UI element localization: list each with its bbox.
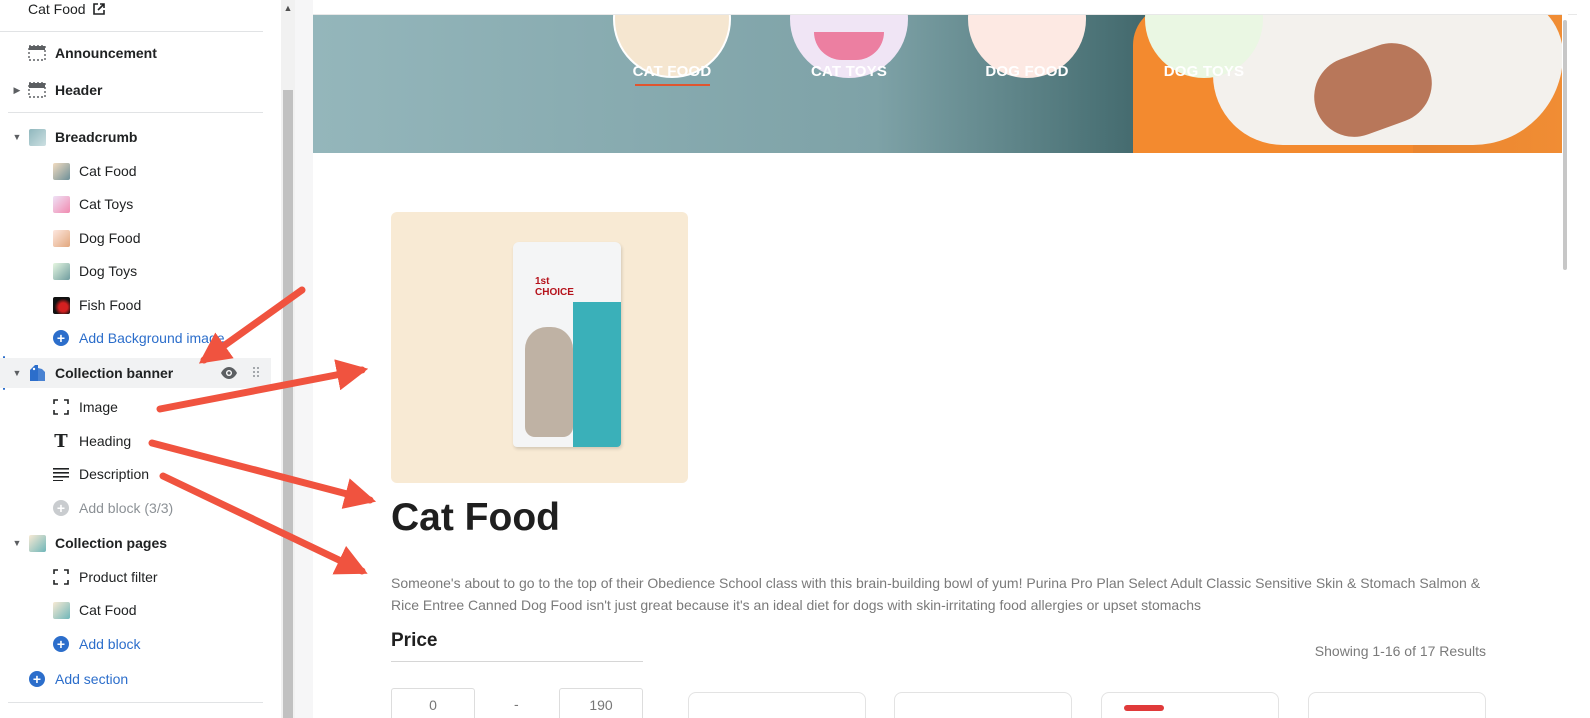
section-label: Collection banner [55,365,174,381]
block-cat-toys[interactable]: Cat Toys [0,189,271,219]
block-cat-food-page[interactable]: Cat Food [0,595,271,625]
category-link-cat-food[interactable]: CAT FOOD [592,63,752,80]
price-range-separator: - [514,696,519,712]
block-label: Cat Food [79,163,137,179]
divider [8,702,263,703]
add-block-label: Add block [79,636,141,652]
eye-visibility-icon[interactable] [220,365,238,384]
results-count: Showing 1-16 of 17 Results [1314,643,1486,659]
image-frame-icon [52,398,70,416]
collection-pages-thumbnail-icon [28,534,46,552]
product-card[interactable] [1101,692,1279,718]
preview-scrollbar-thumb[interactable] [1563,20,1567,270]
block-label: Fish Food [79,297,142,313]
caret-down-icon[interactable]: ▼ [11,537,23,549]
dog-food-thumbnail-icon [52,229,70,247]
add-section-button[interactable]: + Add section [0,664,271,694]
active-category-underline [635,84,710,86]
block-cat-food[interactable]: Cat Food [0,156,271,186]
add-background-image-button[interactable]: + Add Background image [0,323,271,353]
section-breadcrumb[interactable]: ▼ Breadcrumb [0,122,271,152]
announcement-bar-icon [28,44,46,62]
section-collection-pages[interactable]: ▼ Collection pages [0,528,271,558]
category-link-cat-toys[interactable]: CAT TOYS [769,63,929,80]
divider [8,112,263,113]
external-link-icon [92,3,105,15]
divider [0,31,263,32]
add-section-label: Add section [55,671,129,687]
section-collection-banner[interactable]: ▼ Collection banner [0,358,271,388]
block-description[interactable]: Description [0,459,271,489]
cat-food-thumbnail-icon [52,601,70,619]
bag-teal-stripe [573,302,621,447]
block-heading[interactable]: T Heading [0,426,271,456]
add-circle-icon: + [28,670,46,688]
collection-banner-image[interactable]: 1st CHOICE [391,212,688,483]
block-label: Heading [79,433,132,449]
store-preview: CAT FOOD CAT TOYS DOG FOOD DOG TOYS 1st … [313,0,1577,718]
add-block-button[interactable]: + Add block [0,629,271,659]
add-background-image-label: Add Background image [79,330,225,346]
cat-food-thumbnail-icon [52,162,70,180]
block-fish-food[interactable]: Fish Food [0,290,271,320]
caret-down-icon[interactable]: ▼ [11,367,23,379]
sidebar-scrollbar-thumb[interactable] [283,90,293,718]
header-layout-icon [28,81,46,99]
section-label: Collection pages [55,535,168,551]
add-block-label: Add block (3/3) [79,500,174,516]
block-label: Description [79,466,150,482]
price-filter-divider [391,661,643,662]
add-circle-icon: + [52,635,70,653]
category-link-dog-food[interactable]: DOG FOOD [947,63,1107,80]
theme-sections-sidebar: Cat Food Announcement ▶ Header ▼ Breadcr… [0,0,281,718]
dog-toys-thumbnail-icon [52,262,70,280]
bag-brand-text: 1st CHOICE [535,276,574,298]
block-dog-toys[interactable]: Dog Toys [0,256,271,286]
top-page-link[interactable]: Cat Food [28,0,105,24]
cat-food-bag-image: 1st CHOICE [513,242,621,447]
price-max-input[interactable]: 190 [559,688,643,718]
scroll-up-arrow-icon[interactable]: ▲ [283,3,293,13]
section-announcement[interactable]: Announcement [0,38,271,68]
block-label: Dog Food [79,230,141,246]
product-card[interactable] [894,692,1072,718]
block-label: Cat Food [79,602,137,618]
category-link-dog-toys[interactable]: DOG TOYS [1124,63,1284,80]
section-label: Header [55,82,103,98]
block-product-filter[interactable]: Product filter [0,562,271,592]
add-circle-icon: + [52,499,70,517]
add-block-button-disabled: + Add block (3/3) [0,493,271,523]
price-min-input[interactable]: 0 [391,688,475,718]
preview-top-edge [313,0,1577,15]
collection-description[interactable]: Someone's about to go to the top of thei… [391,572,1501,616]
panel-gutter [295,0,313,718]
block-image[interactable]: Image [0,392,271,422]
paragraph-lines-icon [52,465,70,483]
image-frame-icon [52,568,70,586]
section-header[interactable]: ▶ Header [0,75,271,105]
collection-heading[interactable]: Cat Food [391,496,560,540]
block-label: Cat Toys [79,196,134,212]
block-label: Product filter [79,569,158,585]
cat-toys-thumbnail-icon [52,195,70,213]
drag-handle-icon[interactable] [252,366,260,383]
collection-tag-icon [28,364,46,382]
fish-food-thumbnail-icon [52,296,70,314]
bag-cat-illustration [525,327,573,437]
product-card[interactable] [1308,692,1486,718]
block-label: Image [79,399,118,415]
text-heading-icon: T [54,430,68,452]
top-page-link-label: Cat Food [28,1,86,17]
collection-hero-banner: CAT FOOD CAT TOYS DOG FOOD DOG TOYS [313,15,1564,153]
breadcrumb-thumbnail-icon [28,128,46,146]
add-circle-icon: + [52,329,70,347]
product-card[interactable] [688,692,866,718]
block-dog-food[interactable]: Dog Food [0,223,271,253]
section-label: Announcement [55,45,157,61]
block-label: Dog Toys [79,263,138,279]
caret-right-icon[interactable]: ▶ [11,84,23,96]
section-label: Breadcrumb [55,129,138,145]
price-filter-title: Price [391,630,438,651]
caret-down-icon[interactable]: ▼ [11,131,23,143]
